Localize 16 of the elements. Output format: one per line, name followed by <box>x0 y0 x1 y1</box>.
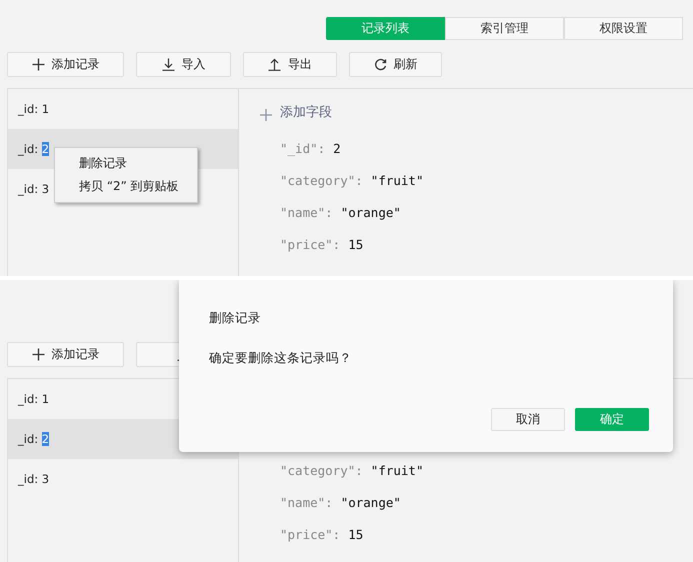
field-value: "orange" <box>340 494 401 510</box>
field-value: 15 <box>348 236 364 252</box>
field-value: "fruit" <box>370 462 424 478</box>
dialog-title: 删除记录 <box>209 310 261 327</box>
field-key: "category": <box>280 172 363 188</box>
field-value: "fruit" <box>370 172 424 188</box>
dialog-message: 确定要删除这条记录吗？ <box>209 350 352 367</box>
field-value: 15 <box>348 526 364 542</box>
field-key: "price": <box>280 236 340 252</box>
field-key: "name": <box>280 204 333 220</box>
field-key: "price": <box>280 526 340 542</box>
field-key: "category": <box>280 462 363 478</box>
field-key: "name": <box>280 494 333 510</box>
field-value: "orange" <box>340 204 401 220</box>
field-key: "_id": <box>280 140 326 156</box>
field-value: 2 <box>333 140 341 156</box>
